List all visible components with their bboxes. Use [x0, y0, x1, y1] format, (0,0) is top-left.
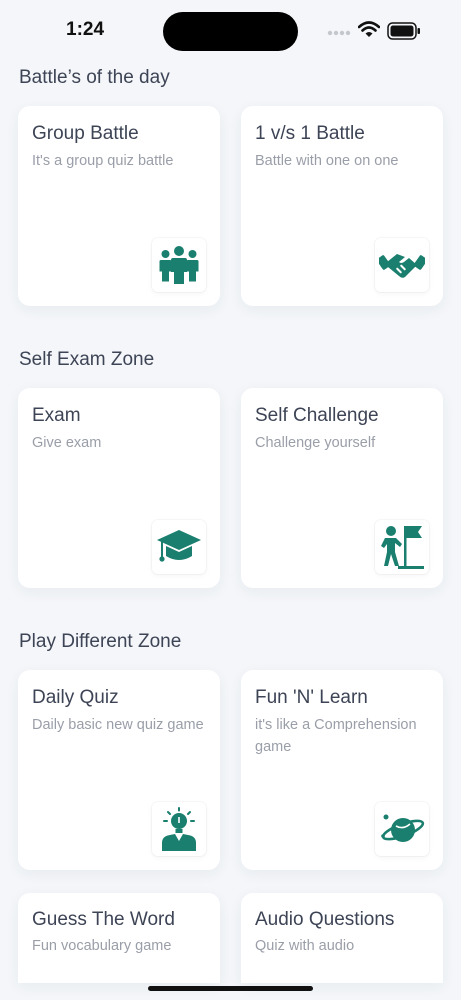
card-title: Self Challenge	[255, 405, 379, 426]
card-title: Exam	[32, 405, 81, 426]
status-time: 1:24	[66, 19, 105, 40]
card-title: Guess The Word	[32, 909, 175, 930]
status-bar: 1:24	[0, 0, 461, 62]
card-subtitle: It's a group quiz battle	[32, 153, 174, 169]
card-subtitle: Battle with one on one	[255, 153, 399, 169]
planet-icon	[375, 802, 429, 856]
exam-card[interactable]: Exam Give exam	[18, 388, 220, 588]
card-subtitle: Fun vocabulary game	[32, 938, 172, 954]
card-subtitle: Give exam	[32, 435, 102, 451]
idea-person-icon	[152, 802, 206, 856]
battery-icon	[387, 22, 420, 40]
one-vs-one-battle-card[interactable]: 1 v/s 1 Battle Battle with one on one	[241, 106, 443, 306]
wifi-icon	[358, 21, 380, 37]
guess-the-word-card[interactable]: Guess The Word Fun vocabulary game	[18, 893, 220, 983]
card-subtitle: it's like a Comprehension game	[255, 717, 417, 755]
home-indicator	[148, 986, 313, 991]
fun-n-learn-card[interactable]: Fun 'N' Learn it's like a Comprehension …	[241, 670, 443, 870]
group-battle-card[interactable]: Group Battle It's a group quiz battle	[18, 106, 220, 306]
flag-person-icon	[375, 520, 429, 574]
audio-questions-card[interactable]: Audio Questions Quiz with audio	[241, 893, 443, 983]
card-title: 1 v/s 1 Battle	[255, 123, 365, 144]
card-subtitle: Daily basic new quiz game	[32, 717, 204, 733]
card-subtitle: Quiz with audio	[255, 938, 355, 954]
section-title-self-exam: Self Exam Zone	[19, 349, 155, 370]
card-title: Audio Questions	[255, 909, 395, 930]
card-title: Group Battle	[32, 123, 139, 144]
group-people-icon	[152, 238, 206, 292]
section-title-battles: Battle’s of the day	[19, 67, 170, 88]
dynamic-island	[163, 12, 298, 51]
card-title: Fun 'N' Learn	[255, 687, 368, 708]
card-title: Daily Quiz	[32, 687, 119, 708]
card-subtitle: Challenge yourself	[255, 435, 376, 451]
section-title-play-different: Play Different Zone	[19, 631, 182, 652]
cellular-signal-icon	[327, 30, 351, 36]
graduation-cap-icon	[152, 520, 206, 574]
handshake-icon	[375, 238, 429, 292]
self-challenge-card[interactable]: Self Challenge Challenge yourself	[241, 388, 443, 588]
daily-quiz-card[interactable]: Daily Quiz Daily basic new quiz game	[18, 670, 220, 870]
